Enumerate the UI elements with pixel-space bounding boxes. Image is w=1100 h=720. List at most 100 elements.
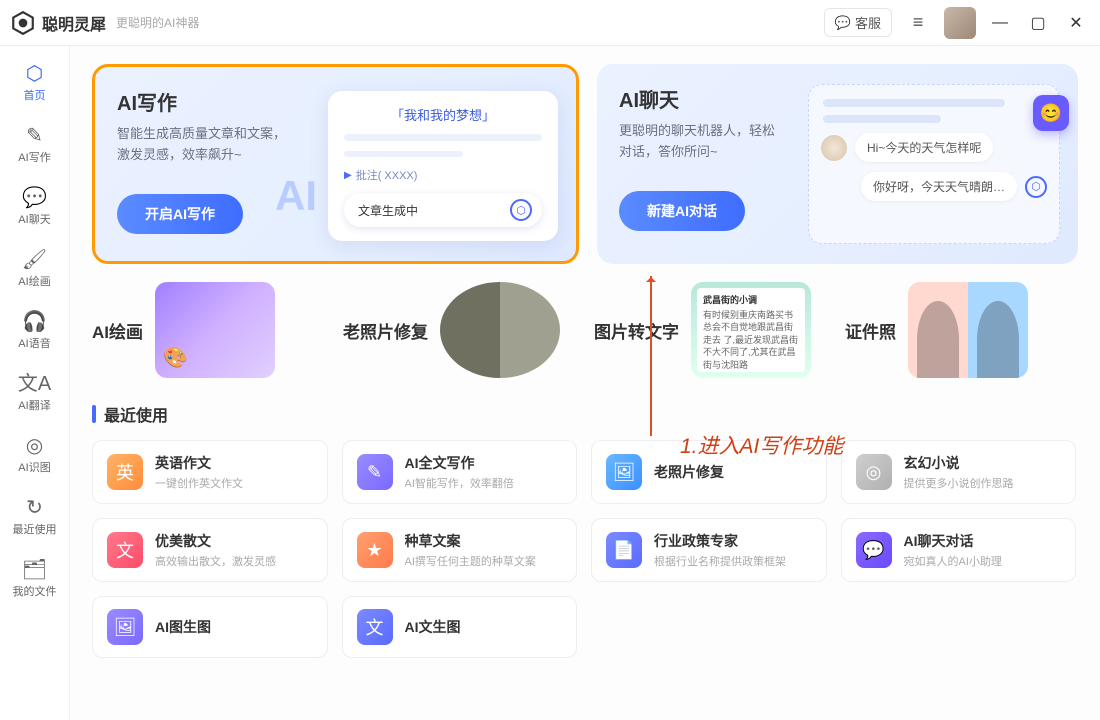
tool-subtitle: 提供更多小说创作思路 <box>904 475 1014 491</box>
tool-item[interactable]: 文 AI文生图 <box>342 596 578 658</box>
chat-icon: 😊 <box>1033 95 1069 131</box>
files-icon: 🗂 <box>22 559 47 581</box>
feature-image <box>155 282 275 378</box>
feature-card-2[interactable]: 图片转文字武昌街的小调有时候别重庆南路买书总会不自觉地跟武昌街走去 了,最近发现… <box>594 282 827 378</box>
sidebar: ⬡ 首页 ✎ AI写作 💬AI聊天 🖌 AI绘画 🎧 AI语音文A AI翻译 ◎ AI识图 ↻ 最近使用 🗂… <box>0 46 70 720</box>
tool-icon: ◎ <box>856 454 892 490</box>
tool-item[interactable]: 📄 行业政策专家根据行业名称提供政策框架 <box>591 518 827 582</box>
support-button[interactable]: 💬 客服 <box>824 8 892 37</box>
feature-image <box>908 282 1028 378</box>
preview-status: 文章生成中 ⬡ <box>344 193 542 227</box>
main-content: AI写作 智能生成高质量文章和文案，激发灵感，效率飙升~ 开启AI写作 AI 「… <box>70 46 1100 720</box>
tool-icon: 文 <box>107 532 143 568</box>
preview-note: 批注( XXXX) <box>344 167 542 183</box>
tool-icon: ★ <box>357 532 393 568</box>
sidebar-item-recent[interactable]: ↻ 最近使用 <box>5 490 65 544</box>
new-ai-chat-button[interactable]: 新建AI对话 <box>619 191 745 231</box>
tool-item[interactable]: ◎ 玄幻小说提供更多小说创作思路 <box>841 440 1077 504</box>
feature-title: AI绘画 <box>92 318 143 343</box>
tool-subtitle: AI撰写任何主题的种草文案 <box>405 553 536 569</box>
sidebar-item-write[interactable]: ✎ AI写作 <box>5 118 65 172</box>
feature-image: 武昌街的小调有时候别重庆南路买书总会不自觉地跟武昌街走去 了,最近发现武昌街不大… <box>691 282 811 378</box>
recent-icon: ↻ <box>26 497 43 519</box>
tool-icon: 文 <box>357 609 393 645</box>
sidebar-item-label: AI绘画 <box>18 273 50 289</box>
home-icon: ⬡ <box>26 63 43 85</box>
avatar[interactable] <box>944 7 976 39</box>
hexagon-icon: ⬡ <box>510 199 532 221</box>
window-maximize[interactable]: ▢ <box>1024 9 1052 37</box>
sidebar-item-label: AI识图 <box>18 459 50 475</box>
sidebar-item-label: AI写作 <box>18 149 50 165</box>
tool-title: 老照片修复 <box>654 462 724 482</box>
sidebar-item-label: AI语音 <box>18 335 50 351</box>
tool-subtitle: AI智能写作，效率翻倍 <box>405 475 514 491</box>
sidebar-item-voice[interactable]: 🎧 AI语音 <box>5 304 65 358</box>
chat-bubble-icon: 💬 <box>835 15 851 31</box>
chat-avatar-icon <box>821 135 847 161</box>
sidebar-item-files[interactable]: 🗂我的文件 <box>5 552 65 606</box>
voice-icon: 🎧 <box>22 311 47 333</box>
hero-ai-write[interactable]: AI写作 智能生成高质量文章和文案，激发灵感，效率飙升~ 开启AI写作 AI 「… <box>92 64 579 264</box>
ai-ghost-icon: AI <box>275 172 317 220</box>
tool-item[interactable]: ✎ AI全文写作 AI智能写作，效率翻倍 <box>342 440 578 504</box>
tool-item[interactable]: 文优美散文高效输出散文，激发灵感 <box>92 518 328 582</box>
tool-item[interactable]: 🖼 老照片修复 <box>591 440 827 504</box>
tool-subtitle: 高效输出散文，激发灵感 <box>155 553 276 569</box>
tool-title: AI聊天对话 <box>904 531 1002 551</box>
tool-title: 优美散文 <box>155 531 276 551</box>
chat-preview-panel: 😊 Hi~今天的天气怎样呢 你好呀，今天天气晴朗…⬡ <box>808 84 1060 244</box>
vision-icon: ◎ <box>26 435 43 457</box>
tool-title: 行业政策专家 <box>654 531 786 551</box>
titlebar: 聪明灵犀 更聪明的AI神器 💬 客服 ≡ — ▢ ✕ <box>0 0 1100 46</box>
sidebar-item-label: 首页 <box>24 87 46 103</box>
paint-icon: 🖌 <box>22 249 47 271</box>
sidebar-item-chat[interactable]: 💬AI聊天 <box>5 180 65 234</box>
tool-title: 种草文案 <box>405 531 536 551</box>
tool-subtitle: 根据行业名称提供政策框架 <box>654 553 786 569</box>
sidebar-item-vision[interactable]: ◎ AI识图 <box>5 428 65 482</box>
feature-card-3[interactable]: 证件照 <box>845 282 1078 378</box>
tool-icon: 📄 <box>606 532 642 568</box>
feature-title: 老照片修复 <box>343 318 428 343</box>
tool-title: AI图生图 <box>155 617 211 637</box>
tool-subtitle: 一键创作英文作文 <box>155 475 243 491</box>
tool-item[interactable]: 英英语作文一键创作英文作文 <box>92 440 328 504</box>
window-close[interactable]: ✕ <box>1062 9 1090 37</box>
sidebar-item-paint[interactable]: 🖌 AI绘画 <box>5 242 65 296</box>
tool-title: AI全文写作 <box>405 453 514 473</box>
section-head-recent: 最近使用 <box>92 402 1078 426</box>
tool-icon: 🖼 <box>606 454 642 490</box>
tool-item[interactable]: ★ 种草文案 AI撰写任何主题的种草文案 <box>342 518 578 582</box>
app-subtitle: 更聪明的AI神器 <box>116 14 199 31</box>
sidebar-item-label: 最近使用 <box>13 521 57 537</box>
hero-write-desc: 智能生成高质量文章和文案，激发灵感，效率飙升~ <box>117 124 357 166</box>
write-icon: ✎ <box>26 125 43 147</box>
support-label: 客服 <box>855 13 881 32</box>
window-minimize[interactable]: — <box>986 9 1014 37</box>
tool-title: AI文生图 <box>405 617 461 637</box>
chat-msg-1: Hi~今天的天气怎样呢 <box>855 133 993 162</box>
preview-doc-title: 「我和我的梦想」 <box>344 105 542 124</box>
chat-msg-2: 你好呀，今天天气晴朗… <box>861 172 1017 201</box>
tool-icon: ✎ <box>357 454 393 490</box>
start-ai-write-button[interactable]: 开启AI写作 <box>117 194 243 234</box>
tool-subtitle: 宛如真人的AI小助理 <box>904 553 1002 569</box>
app-logo-icon <box>10 10 36 36</box>
hero-ai-chat[interactable]: AI聊天 更聪明的聊天机器人，轻松对话，答你所问~ 新建AI对话 😊 Hi~今天… <box>597 64 1078 264</box>
tool-icon: 💬 <box>856 532 892 568</box>
recent-title: 最近使用 <box>104 402 168 426</box>
tool-item[interactable]: 🖼AI图生图 <box>92 596 328 658</box>
tool-icon: 英 <box>107 454 143 490</box>
tool-item[interactable]: 💬 AI聊天对话宛如真人的AI小助理 <box>841 518 1077 582</box>
sidebar-item-label: AI翻译 <box>18 397 50 413</box>
sidebar-item-translate[interactable]: 文A AI翻译 <box>5 366 65 420</box>
write-preview-panel: 「我和我的梦想」 批注( XXXX) 文章生成中 ⬡ <box>328 91 558 241</box>
menu-button[interactable]: ≡ <box>902 7 934 39</box>
sidebar-item-home[interactable]: ⬡ 首页 <box>5 56 65 110</box>
feature-card-0[interactable]: AI绘画 <box>92 282 325 378</box>
feature-card-1[interactable]: 老照片修复 <box>343 282 576 378</box>
tool-title: 玄幻小说 <box>904 453 1014 473</box>
translate-icon: 文A <box>18 373 51 395</box>
feature-title: 图片转文字 <box>594 318 679 343</box>
